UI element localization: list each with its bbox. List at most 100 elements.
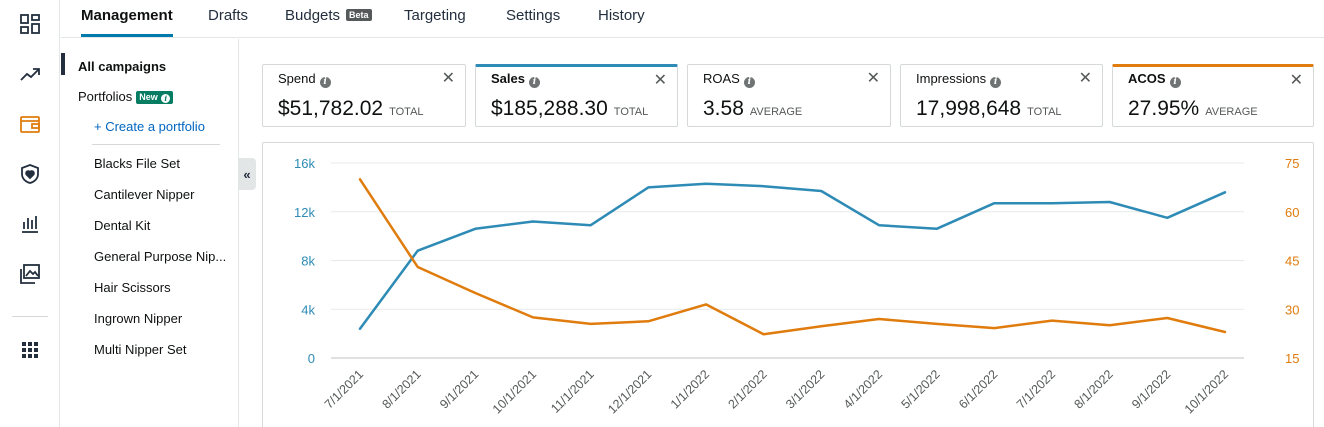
y-left-tick-label: 8k — [301, 254, 315, 269]
metric-label-text: Spend — [278, 71, 316, 86]
collapse-sidebar-button[interactable]: « — [238, 158, 256, 190]
tab-targeting[interactable]: Targeting — [404, 7, 466, 24]
metric-label: Spend i — [278, 71, 331, 88]
sidebar-item-all-campaigns[interactable]: All campaigns — [78, 59, 166, 74]
active-item-indicator — [61, 53, 65, 75]
metric-value-text: $51,782.02 — [278, 97, 384, 120]
info-icon[interactable]: i — [1169, 77, 1181, 88]
new-badge: New i — [136, 91, 174, 104]
metric-card-sales[interactable]: Sales i ✕ $185,288.30 TOTAL — [475, 64, 678, 127]
x-tick-label: 8/1/2021 — [379, 367, 423, 411]
x-tick-label: 9/1/2021 — [437, 367, 481, 411]
portfolios-label: Portfolios — [78, 89, 133, 104]
x-tick-label: 9/1/2022 — [1129, 367, 1173, 411]
metric-label-text: Impressions — [916, 71, 987, 86]
info-icon[interactable]: i — [528, 77, 540, 88]
shield-heart-icon[interactable] — [18, 162, 42, 186]
metric-label-text: ACOS — [1128, 71, 1166, 86]
close-icon[interactable]: ✕ — [1079, 71, 1092, 87]
metric-value: 3.58 AVERAGE — [703, 97, 802, 121]
create-portfolio-link[interactable]: + Create a portfolio — [94, 119, 205, 134]
x-tick-label: 5/1/2022 — [898, 367, 942, 411]
info-icon[interactable]: i — [319, 77, 331, 88]
portfolio-item[interactable]: Hair Scissors — [94, 280, 232, 295]
portfolio-item[interactable]: Ingrown Nipper — [94, 311, 232, 326]
trending-up-icon[interactable] — [18, 62, 42, 86]
bar-chart-icon[interactable] — [18, 212, 42, 236]
metric-label: Sales i — [491, 71, 540, 88]
info-icon[interactable]: i — [743, 77, 755, 88]
y-right-tick-label: 15 — [1285, 351, 1299, 366]
active-tab-indicator — [81, 34, 173, 37]
metric-value: $51,782.02 TOTAL — [278, 97, 424, 121]
portfolio-item[interactable]: Multi Nipper Set — [94, 342, 232, 357]
metric-value: 17,998,648 TOTAL — [916, 97, 1062, 121]
x-tick-label: 7/1/2022 — [1014, 367, 1058, 411]
x-tick-label: 11/1/2021 — [548, 367, 597, 416]
tab-budgets-label: Budgets — [285, 7, 341, 24]
performance-chart: 0 4k 8k 12k 16k 15 30 45 60 75 7/1/2021 8/1/2021 9/1… — [294, 156, 1299, 416]
close-icon[interactable]: ✕ — [867, 71, 880, 87]
metric-value: 27.95% AVERAGE — [1128, 97, 1258, 121]
tab-drafts[interactable]: Drafts — [208, 7, 248, 24]
metric-card-roas[interactable]: ROAS i ✕ 3.58 AVERAGE — [687, 64, 891, 127]
portfolio-item[interactable]: Cantilever Nipper — [94, 187, 232, 202]
tab-history[interactable]: History — [598, 7, 645, 24]
new-badge-label: New — [139, 92, 158, 102]
metric-value-text: $185,288.30 — [491, 97, 608, 120]
metric-card-impressions[interactable]: Impressions i ✕ 17,998,648 TOTAL — [900, 64, 1103, 127]
dashboard-icon[interactable] — [18, 12, 42, 36]
metric-card-acos[interactable]: ACOS i ✕ 27.95% AVERAGE — [1112, 64, 1314, 127]
performance-chart-panel: 0 4k 8k 12k 16k 15 30 45 60 75 7/1/2021 8/1/2021 9/1… — [262, 142, 1314, 427]
y-left-tick-label: 0 — [308, 351, 315, 366]
info-icon: i — [161, 94, 171, 103]
metric-value-text: 17,998,648 — [916, 97, 1022, 120]
y-left-tick-label: 4k — [301, 302, 315, 317]
apps-grid-icon[interactable] — [18, 338, 42, 362]
x-tick-label: 2/1/2022 — [725, 367, 769, 411]
metric-unit: AVERAGE — [749, 106, 803, 118]
metric-unit: AVERAGE — [1205, 106, 1258, 118]
wallet-icon[interactable] — [18, 112, 42, 136]
sidebar-divider — [92, 144, 220, 145]
x-tick-label: 12/1/2021 — [605, 367, 654, 416]
metric-unit: TOTAL — [1027, 106, 1062, 118]
metric-value: $185,288.30 TOTAL — [491, 97, 648, 121]
info-icon[interactable]: i — [990, 77, 1002, 88]
x-tick-label: 3/1/2022 — [783, 367, 827, 411]
x-tick-label: 10/1/2021 — [490, 367, 539, 416]
x-tick-label: 7/1/2021 — [322, 367, 366, 411]
x-tick-label: 8/1/2022 — [1071, 367, 1115, 411]
portfolio-sidebar: All campaigns Portfolios New i + Create a… — [61, 39, 239, 427]
portfolio-item[interactable]: Blacks File Set — [94, 156, 232, 171]
portfolio-item[interactable]: General Purpose Nip... — [94, 249, 232, 264]
y-right-tick-label: 75 — [1285, 156, 1299, 171]
tab-settings[interactable]: Settings — [506, 7, 560, 24]
x-tick-label: 10/1/2022 — [1182, 367, 1231, 416]
y-left-tick-label: 16k — [294, 156, 315, 171]
metric-label: ROAS i — [703, 71, 755, 88]
beta-badge: Beta — [346, 9, 372, 21]
metric-unit: TOTAL — [389, 106, 424, 118]
close-icon[interactable]: ✕ — [1290, 73, 1303, 89]
metric-label-text: ROAS — [703, 71, 740, 86]
tab-budgets[interactable]: Budgets Beta — [285, 7, 372, 24]
portfolio-item[interactable]: Dental Kit — [94, 218, 232, 233]
y-right-tick-label: 45 — [1285, 254, 1299, 269]
icon-rail — [0, 0, 60, 427]
metric-label: ACOS i — [1128, 71, 1181, 88]
tab-management[interactable]: Management — [81, 7, 173, 24]
metric-label: Impressions i — [916, 71, 1002, 88]
close-icon[interactable]: ✕ — [442, 71, 455, 87]
metric-value-text: 3.58 — [703, 97, 744, 120]
image-gallery-icon[interactable] — [18, 262, 42, 286]
x-tick-label: 6/1/2022 — [956, 367, 1000, 411]
sidebar-item-portfolios[interactable]: Portfolios New i — [78, 89, 174, 104]
close-icon[interactable]: ✕ — [654, 73, 667, 89]
y-right-tick-label: 30 — [1285, 302, 1299, 317]
top-tabs: Management Drafts Budgets Beta Targeting … — [61, 0, 1324, 38]
x-tick-label: 4/1/2022 — [841, 367, 885, 411]
metric-card-spend[interactable]: Spend i ✕ $51,782.02 TOTAL — [262, 64, 466, 127]
x-tick-label: 1/1/2022 — [668, 367, 712, 411]
metric-unit: TOTAL — [613, 106, 649, 118]
